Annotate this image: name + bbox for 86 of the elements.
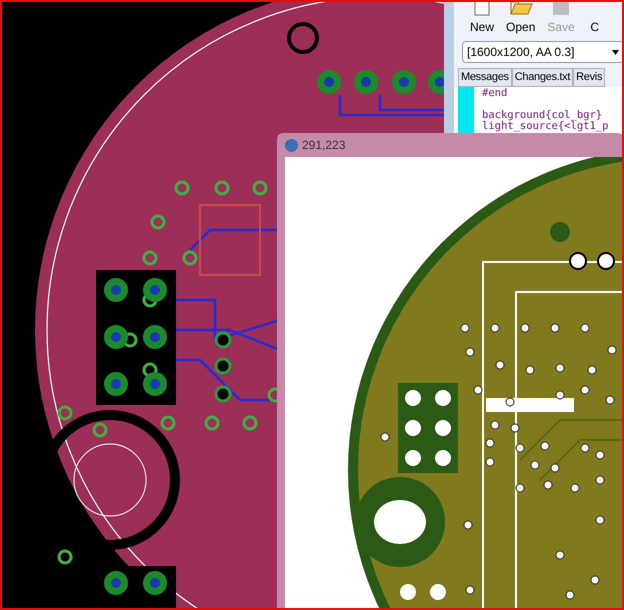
via-ring (58, 406, 72, 420)
via-hole (580, 324, 590, 332)
pcb-pad (214, 332, 232, 348)
app-icon (285, 138, 298, 152)
via-hole (516, 484, 524, 492)
via-hole (506, 398, 514, 406)
code-line: #end (482, 88, 508, 99)
pcb-pad (214, 386, 232, 402)
caret-icon (612, 50, 619, 54)
via-ring (242, 416, 258, 430)
via-ring (252, 180, 268, 196)
pcb-pad (392, 70, 416, 94)
toolbar-button[interactable]: New (470, 0, 494, 34)
via-hole (596, 516, 604, 524)
via-ring (142, 250, 158, 266)
via-hole (580, 386, 590, 394)
via-hole (520, 324, 530, 332)
via-hole (556, 390, 564, 400)
via-hole (466, 348, 474, 356)
toolbar-button[interactable]: C (586, 0, 603, 34)
pad-hole (430, 584, 446, 600)
code-line: background{col_bgr} (482, 110, 604, 121)
via-hole (556, 550, 564, 560)
board-dot (550, 222, 570, 242)
via-ring (92, 422, 108, 438)
via-hole (486, 458, 494, 466)
via-ring (142, 362, 158, 378)
pad-hole (597, 252, 615, 270)
window-title: 291,223 (302, 137, 346, 154)
hole-ring (287, 22, 319, 54)
via-hole (588, 366, 596, 374)
tab[interactable]: Revis (573, 68, 606, 87)
via-hole (526, 366, 534, 374)
via-hole (596, 476, 604, 484)
pcb-pad (104, 325, 128, 349)
mounting-hole (374, 500, 426, 544)
via-ring (214, 180, 230, 196)
via-hole (566, 590, 574, 600)
pad-hole (435, 390, 451, 406)
tab[interactable]: Messages (458, 68, 512, 87)
via-ring (150, 214, 166, 230)
pad-hole (435, 420, 451, 436)
component-outline (199, 204, 261, 276)
via-hole (380, 432, 390, 442)
tab[interactable]: Changes.txt (512, 68, 574, 87)
via-ring (182, 250, 198, 266)
via-hole (474, 386, 482, 394)
pcb-pad (354, 70, 378, 94)
via-hole (606, 396, 614, 404)
via-hole (590, 576, 600, 584)
via-ring (58, 550, 72, 564)
pcb-pad (104, 278, 128, 302)
via-hole (460, 324, 470, 332)
via-hole (608, 346, 616, 354)
via-hole (496, 360, 504, 370)
via-hole (550, 324, 560, 332)
pad-hole (405, 390, 421, 406)
resolution-select[interactable]: [1600x1200, AA 0.3] (462, 41, 624, 63)
via-ring (160, 416, 176, 430)
pcb-pad (143, 325, 167, 349)
via-hole (570, 484, 580, 492)
pad-hole (435, 450, 451, 466)
pcb-pad (143, 571, 167, 595)
pcb-pad (104, 571, 128, 595)
via-hole (464, 520, 472, 530)
code-line: light_source{<lgt1_p (482, 121, 608, 132)
pad-hole (405, 420, 421, 436)
via-hole (490, 324, 500, 332)
pad-hole (569, 252, 587, 270)
pcb-pad (143, 372, 167, 396)
via-hole (466, 586, 474, 594)
via-ring (204, 416, 220, 430)
via-hole (540, 442, 550, 450)
pad-hole (400, 584, 416, 600)
pcb-pad (104, 372, 128, 396)
via-ring (142, 292, 158, 308)
via-hole (510, 424, 520, 432)
pcb-pad (317, 70, 341, 94)
via-hole (556, 364, 564, 372)
toolbar-button[interactable]: Open (506, 0, 536, 34)
via-ring (174, 180, 190, 196)
folder-icon (508, 0, 533, 16)
pcb-pad (143, 278, 167, 302)
via-ring (122, 332, 138, 348)
pcb-pad (214, 358, 232, 374)
pad-hole (405, 450, 421, 466)
